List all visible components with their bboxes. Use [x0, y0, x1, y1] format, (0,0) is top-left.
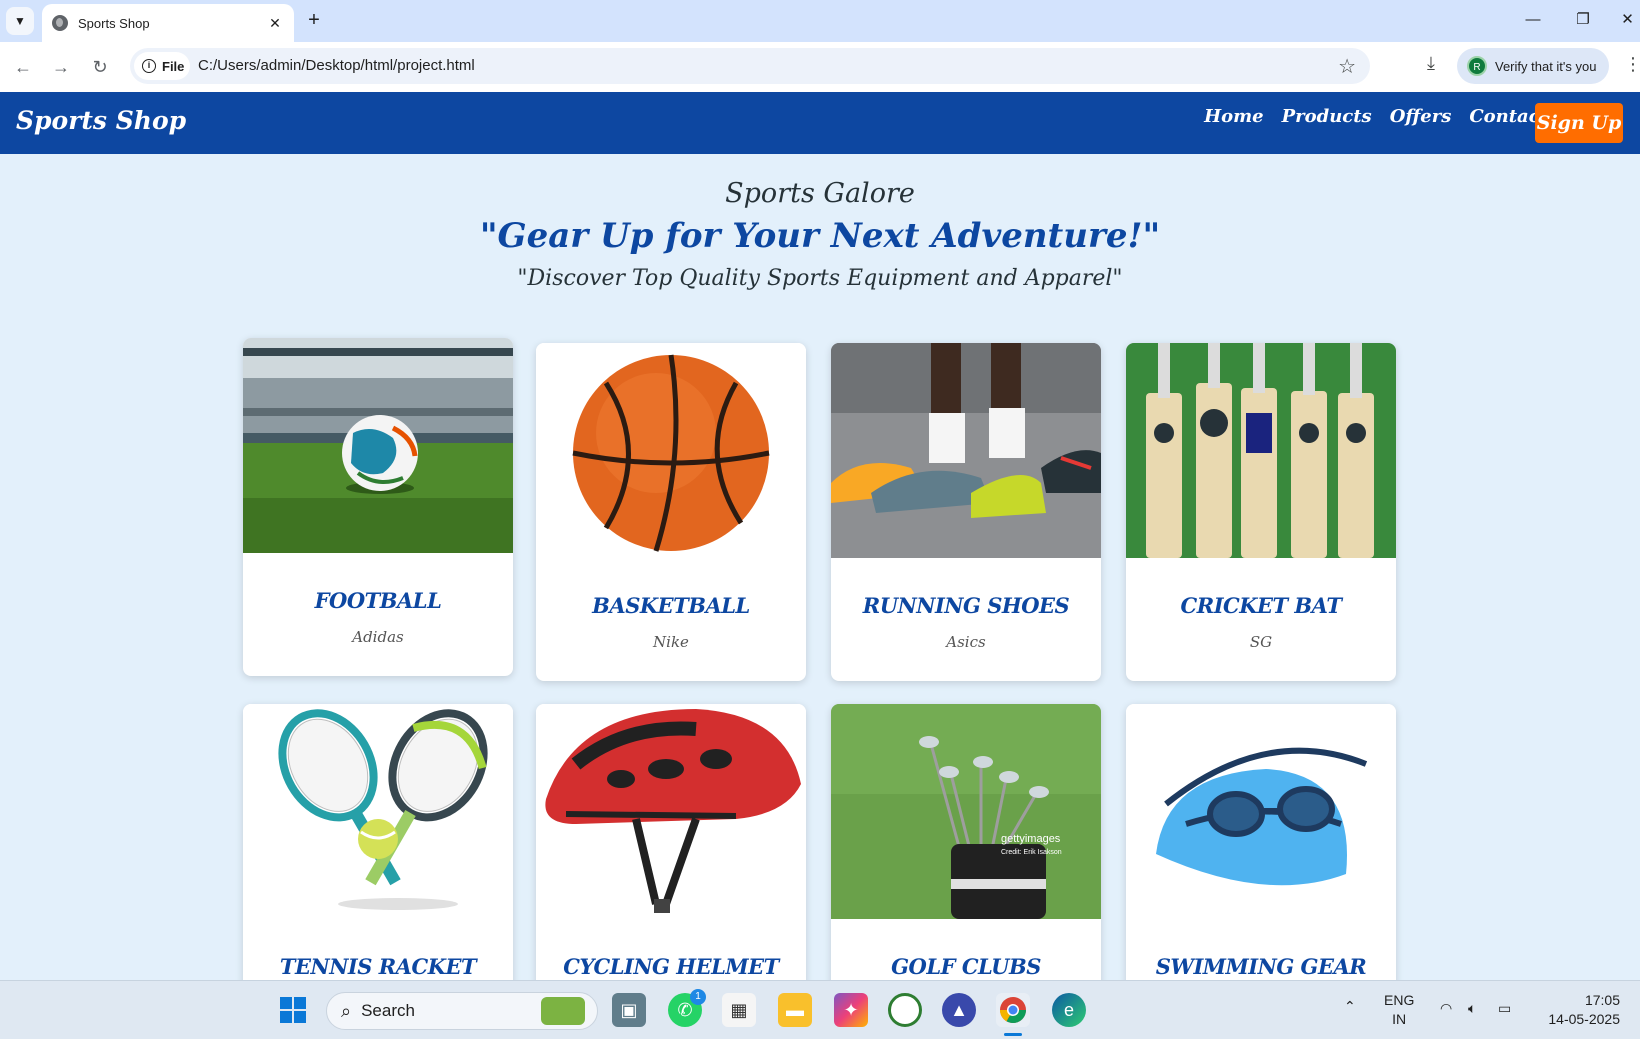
- whatsapp-icon[interactable]: ✆ 1: [668, 989, 706, 1027]
- close-window-icon[interactable]: ✕: [1615, 8, 1640, 32]
- region-code: IN: [1392, 1011, 1407, 1027]
- triangle-app-icon[interactable]: ▲: [942, 993, 976, 1027]
- chrome-icon[interactable]: [996, 993, 1030, 1027]
- tennis-racket-image: [243, 704, 513, 919]
- golf-watermark: gettyimages: [1001, 833, 1061, 845]
- globe-icon: [52, 15, 68, 31]
- clock[interactable]: 17:05 14-05-2025: [1536, 991, 1620, 1029]
- active-app-indicator: [1004, 1033, 1022, 1036]
- product-name: SWIMMING GEAR: [1155, 954, 1367, 979]
- browser-tab-bar: ▼ Sports Shop ✕ + — ❐ ✕: [0, 0, 1640, 42]
- site-logo[interactable]: Sports Shop: [16, 106, 186, 135]
- product-brand: Nike: [653, 633, 689, 651]
- whatsapp-badge: 1: [690, 989, 706, 1005]
- taskbar-search[interactable]: ⌕ Search: [326, 992, 598, 1030]
- product-brand: SG: [1249, 633, 1273, 651]
- nav-offers[interactable]: Offers: [1390, 106, 1452, 127]
- close-tab-icon[interactable]: ✕: [266, 15, 284, 32]
- product-card-football[interactable]: FOOTBALL Adidas: [243, 338, 513, 676]
- sign-up-button[interactable]: Sign Up: [1535, 103, 1623, 143]
- product-card-cricket-bat[interactable]: CRICKET BAT SG: [1126, 343, 1396, 681]
- tab-title: Sports Shop: [78, 15, 150, 31]
- battery-icon[interactable]: ▭: [1498, 999, 1511, 1018]
- refresh-app-icon[interactable]: [888, 993, 922, 1027]
- clock-time: 17:05: [1584, 992, 1620, 1008]
- windows-start-icon[interactable]: [276, 993, 310, 1027]
- edge-icon[interactable]: e: [1052, 993, 1086, 1027]
- forward-arrow-icon[interactable]: →: [48, 54, 74, 80]
- download-icon[interactable]: ⤓: [1418, 53, 1444, 79]
- product-name: BASKETBALL: [592, 593, 750, 618]
- product-card-cycling-helmet[interactable]: CYCLING HELMET: [536, 704, 806, 1004]
- task-view-icon[interactable]: ▣: [612, 993, 646, 1027]
- address-bar[interactable]: i File C:/Users/admin/Desktop/html/proje…: [130, 48, 1370, 84]
- hero-tagline: "Gear Up for Your Next Adventure!": [479, 216, 1161, 256]
- cycling-helmet-image: [536, 704, 806, 919]
- reload-icon[interactable]: ↻: [87, 54, 113, 80]
- language-indicator[interactable]: ENG IN: [1384, 991, 1414, 1029]
- browser-toolbar: ← → ↻ i File C:/Users/admin/Desktop/html…: [0, 42, 1640, 92]
- chevron-up-icon[interactable]: ⌃: [1344, 997, 1356, 1016]
- basketball-image: [536, 343, 806, 558]
- product-brand: Asics: [946, 633, 986, 651]
- back-arrow-icon[interactable]: ←: [10, 54, 36, 80]
- product-name: GOLF CLUBS: [891, 954, 1041, 979]
- product-name: CRICKET BAT: [1180, 593, 1342, 618]
- golf-clubs-image: gettyimages Credit: Erik Isakson: [831, 704, 1101, 919]
- ms-store-icon[interactable]: ▦: [722, 993, 756, 1027]
- clock-date: 14-05-2025: [1548, 1011, 1620, 1027]
- volume-muted-icon[interactable]: 🔈︎: [1468, 999, 1476, 1018]
- search-icon: ⌕: [341, 1000, 352, 1021]
- url-text[interactable]: C:/Users/admin/Desktop/html/project.html: [198, 57, 475, 74]
- product-card-tennis-racket[interactable]: TENNIS RACKET: [243, 704, 513, 1004]
- product-brand: Adidas: [352, 628, 404, 646]
- file-chip-label: File: [162, 58, 185, 74]
- browser-tab[interactable]: Sports Shop ✕: [42, 4, 294, 42]
- search-highlight-icon: [541, 997, 585, 1025]
- windows-taskbar: ⌕ Search ▣ ✆ 1 ▦ ▬ ✦ ▲ e ⌃ ENG IN ◠ 🔈︎ ▭…: [0, 980, 1640, 1039]
- browser-menu-icon[interactable]: ⋮: [1624, 54, 1640, 75]
- restore-icon[interactable]: ❐: [1568, 8, 1598, 32]
- product-card-golf-clubs[interactable]: gettyimages Credit: Erik Isakson GOLF CL…: [831, 704, 1101, 1004]
- verify-label: Verify that it's you: [1495, 58, 1597, 74]
- product-name: CYCLING HELMET: [563, 954, 779, 979]
- product-name: RUNNING SHOES: [862, 593, 1070, 618]
- product-card-basketball[interactable]: BASKETBALL Nike: [536, 343, 806, 681]
- site-header: Sports Shop Home Products Offers Contact…: [0, 92, 1640, 154]
- swimming-gear-image: [1126, 704, 1396, 919]
- taskbar-search-label: Search: [361, 1001, 415, 1020]
- product-name: FOOTBALL: [314, 588, 442, 613]
- language-code: ENG: [1384, 992, 1415, 1008]
- site-nav: Home Products Offers Contact: [1204, 106, 1548, 127]
- golf-credit: Credit: Erik Isakson: [1001, 849, 1062, 856]
- product-card-running-shoes[interactable]: RUNNING SHOES Asics: [831, 343, 1101, 681]
- new-tab-plus-icon[interactable]: +: [302, 9, 326, 33]
- hero-title: Sports Galore: [725, 178, 915, 209]
- tab-search-chevron-icon[interactable]: ▼: [6, 7, 34, 35]
- nav-products[interactable]: Products: [1282, 106, 1372, 127]
- info-icon: i: [142, 59, 156, 73]
- wifi-icon[interactable]: ◠: [1440, 999, 1452, 1018]
- running-shoes-image: [831, 343, 1101, 558]
- product-card-swimming-gear[interactable]: SWIMMING GEAR: [1126, 704, 1396, 1004]
- product-name: TENNIS RACKET: [279, 954, 477, 979]
- bookmark-star-icon[interactable]: ☆: [1338, 54, 1356, 79]
- file-explorer-icon[interactable]: ▬: [778, 993, 812, 1027]
- football-image: [243, 338, 513, 553]
- copilot-icon[interactable]: ✦: [834, 993, 868, 1027]
- minimize-icon[interactable]: —: [1518, 8, 1548, 32]
- site-info-chip[interactable]: i File: [134, 52, 190, 80]
- hero-subtitle: "Discover Top Quality Sports Equipment a…: [517, 266, 1123, 291]
- nav-home[interactable]: Home: [1204, 106, 1264, 127]
- profile-avatar: R: [1467, 56, 1487, 76]
- verify-profile-button[interactable]: R Verify that it's you: [1457, 48, 1609, 84]
- cricket-bat-image: [1126, 343, 1396, 558]
